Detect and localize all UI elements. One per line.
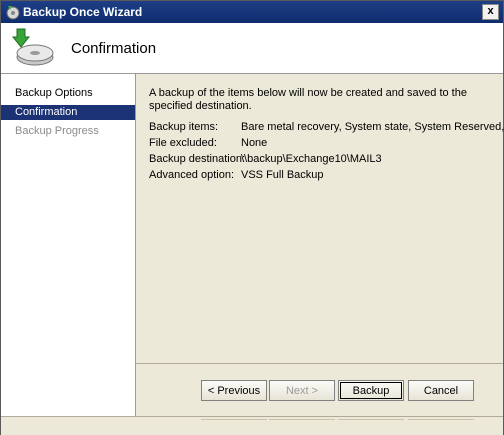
title-bar[interactable]: Backup Once Wizard x <box>1 1 503 23</box>
cancel-button[interactable]: Cancel <box>408 380 474 401</box>
previous-button[interactable]: < Previous <box>201 380 267 401</box>
file-excluded-value: None <box>241 137 268 149</box>
backup-destination-label: Backup destination: <box>149 153 246 165</box>
next-button: Next > <box>269 380 335 401</box>
advanced-option-row: Advanced option: VSS Full Backup <box>149 169 499 183</box>
bottom-strip <box>1 416 503 435</box>
wizard-steps-sidebar: Backup Options Confirmation Backup Progr… <box>1 74 136 416</box>
advanced-option-label: Advanced option: <box>149 169 235 181</box>
backup-items-value: Bare metal recovery, System state, Syste… <box>241 121 504 133</box>
bottom-divider <box>338 419 404 420</box>
sidebar-item-backup-options[interactable]: Backup Options <box>1 86 135 101</box>
close-button[interactable]: x <box>482 4 499 20</box>
wizard-header: Confirmation <box>1 23 503 74</box>
bottom-divider <box>269 419 335 420</box>
bottom-divider <box>201 419 267 420</box>
window-title: Backup Once Wizard <box>23 5 143 19</box>
sidebar-item-backup-progress: Backup Progress <box>15 125 99 137</box>
backup-button[interactable]: Backup <box>338 380 404 401</box>
backup-app-icon <box>6 6 20 20</box>
main-content: A backup of the items below will now be … <box>136 74 504 416</box>
sidebar-item-confirmation[interactable]: Confirmation <box>1 105 135 120</box>
intro-text: A backup of the items below will now be … <box>149 87 467 112</box>
page-title: Confirmation <box>71 40 157 57</box>
backup-items-label: Backup items: <box>149 121 219 133</box>
backup-destination-row: Backup destination: \\backup\Exchange10\… <box>149 153 499 167</box>
bottom-divider <box>408 419 474 420</box>
backup-disk-icon <box>11 28 54 66</box>
file-excluded-label: File excluded: <box>149 137 217 149</box>
backup-destination-value: \\backup\Exchange10\MAIL3 <box>241 153 382 165</box>
file-excluded-row: File excluded: None <box>149 137 499 151</box>
advanced-option-value: VSS Full Backup <box>241 169 324 181</box>
wizard-window: Backup Once Wizard x Confirmation Backup… <box>0 0 504 435</box>
backup-items-row: Backup items: Bare metal recovery, Syste… <box>149 121 504 135</box>
button-separator <box>136 363 503 364</box>
